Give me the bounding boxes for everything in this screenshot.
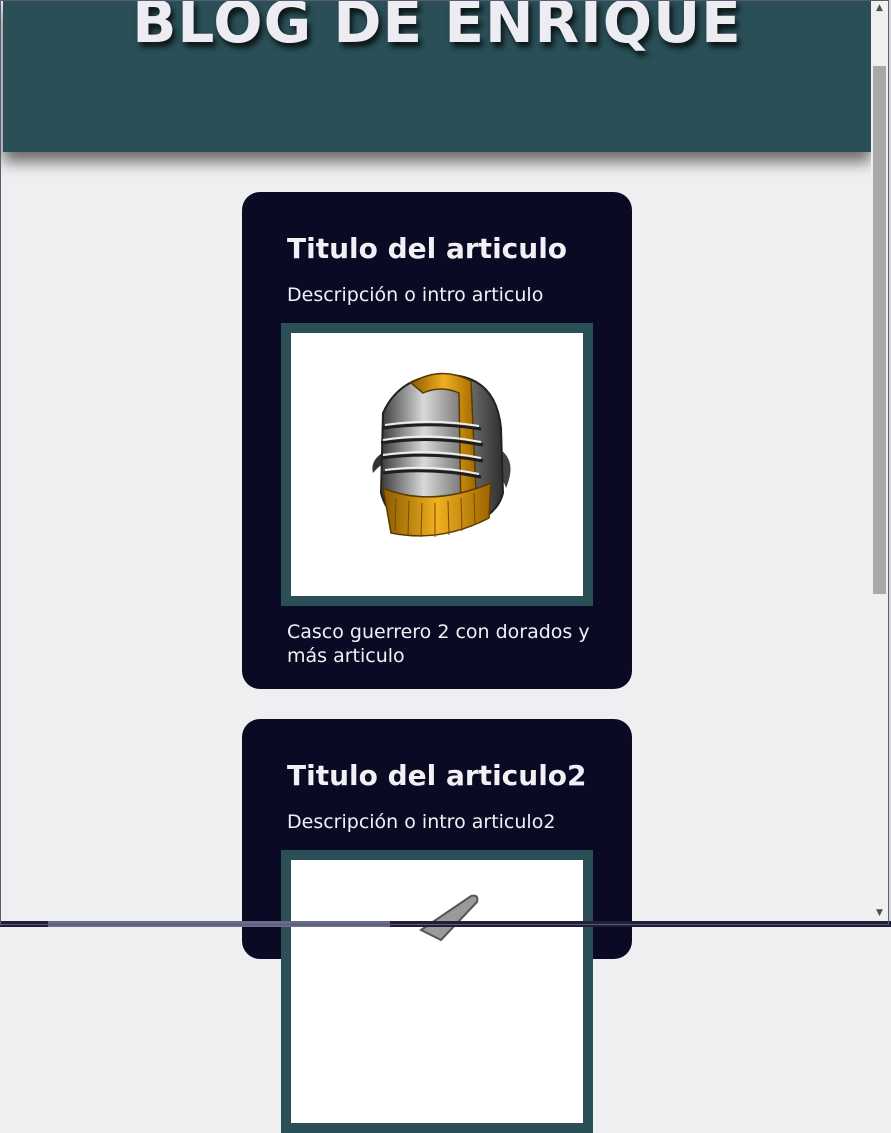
article-card: Titulo del articulo Descripción o intro … — [242, 192, 632, 689]
article-image-frame — [281, 850, 593, 1133]
blog-title: BLOG DE ENRIQUE — [132, 0, 742, 56]
article-description: Descripción o intro articulo — [287, 284, 544, 306]
vertical-scrollbar[interactable]: ▲ ▼ — [871, 0, 888, 922]
article-image-frame — [281, 323, 593, 606]
article-caption: Casco guerrero 2 con dorados y más artic… — [287, 621, 590, 667]
article-title[interactable]: Titulo del articulo — [287, 232, 567, 265]
taskbar-item[interactable] — [48, 921, 390, 927]
article-title[interactable]: Titulo del articulo2 — [287, 759, 587, 792]
page-header: BLOG DE ENRIQUE — [3, 0, 871, 152]
taskbar — [0, 921, 891, 927]
scroll-up-arrow-icon[interactable]: ▲ — [871, 0, 888, 17]
sword-icon[interactable] — [291, 860, 583, 1123]
scroll-down-arrow-icon[interactable]: ▼ — [871, 905, 888, 922]
article-description: Descripción o intro articulo2 — [287, 811, 556, 833]
scrollbar-thumb[interactable] — [873, 66, 886, 594]
knight-helmet-icon[interactable] — [291, 333, 583, 596]
